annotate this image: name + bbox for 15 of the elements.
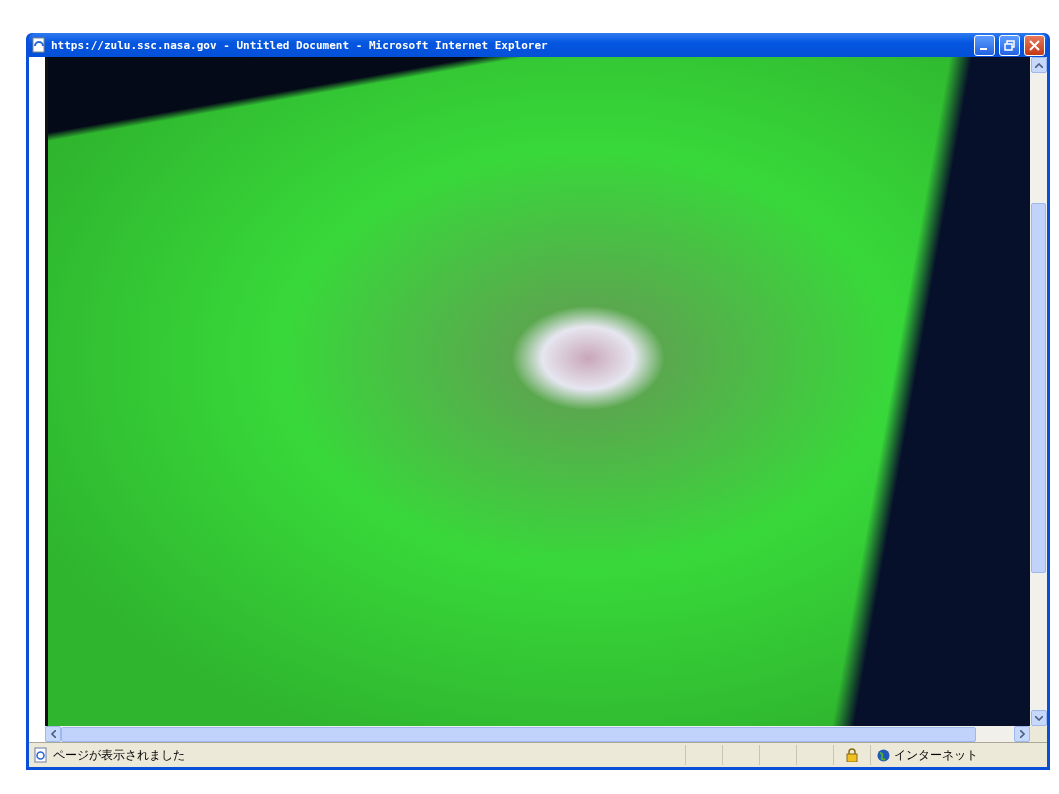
status-message: ページが表示されました	[53, 746, 185, 764]
browser-page-icon	[31, 37, 47, 53]
minimize-icon	[979, 48, 987, 50]
security-zone: インターネット	[894, 746, 978, 764]
scrollbar-thumb[interactable]	[1031, 203, 1046, 573]
vertical-scrollbar[interactable]	[1030, 57, 1047, 726]
restore-button[interactable]	[999, 34, 1020, 56]
restore-icon	[1004, 39, 1015, 51]
minimize-button[interactable]	[974, 34, 995, 56]
window-title: https://zulu.ssc.nasa.gov - Untitled Document - Microsoft Internet Explorer	[51, 38, 549, 52]
close-button[interactable]	[1024, 34, 1045, 56]
page-icon	[33, 747, 49, 763]
globe-icon	[877, 748, 890, 762]
padlock-icon	[846, 748, 858, 762]
close-icon	[1029, 39, 1040, 51]
